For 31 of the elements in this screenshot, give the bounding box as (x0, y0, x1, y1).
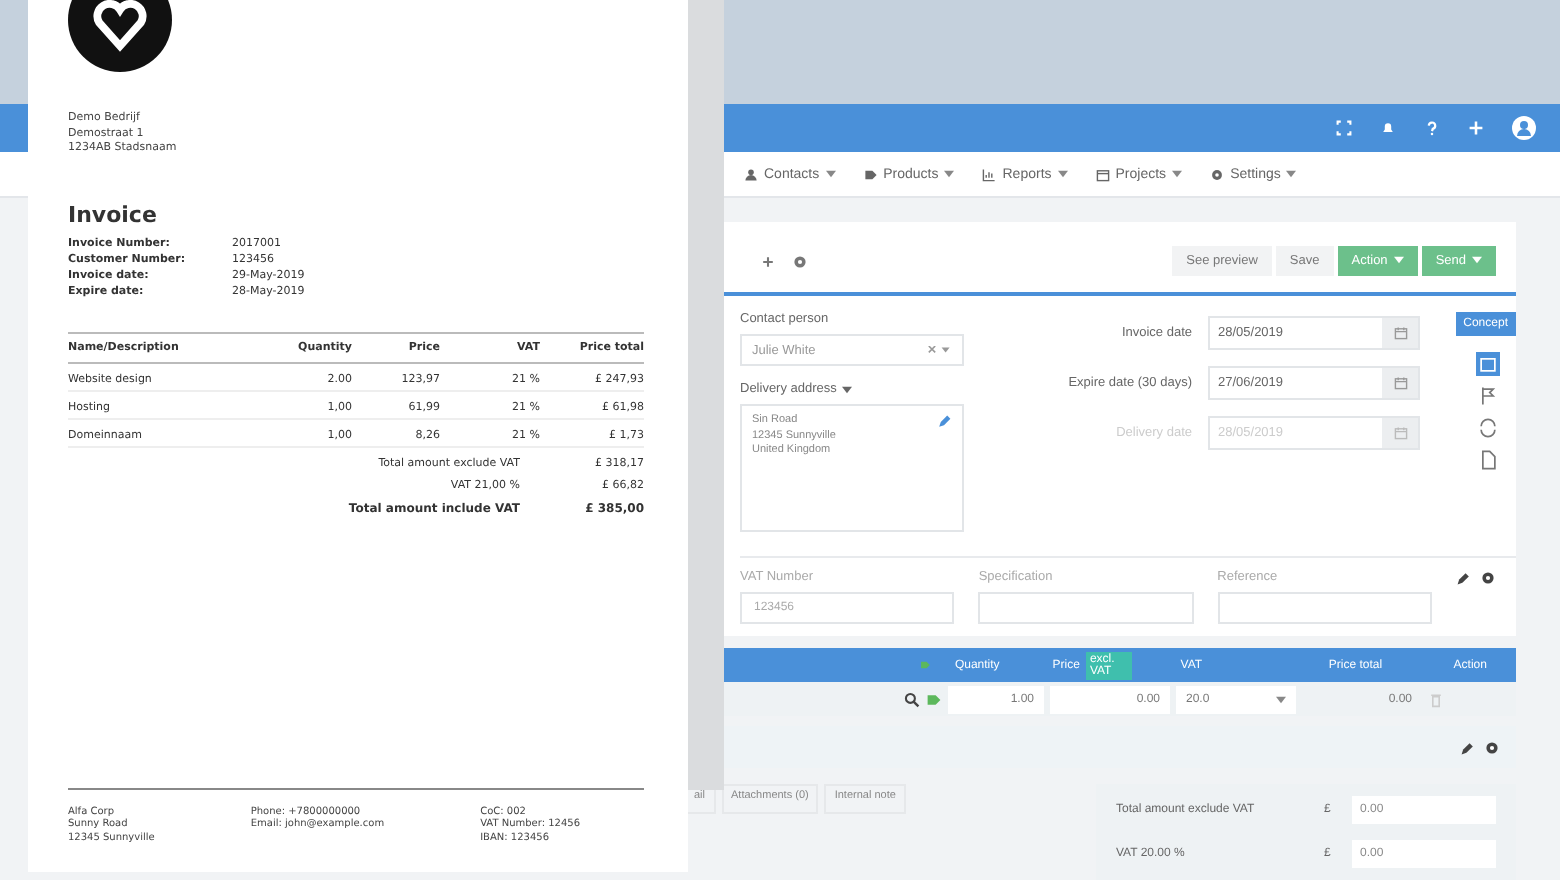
bell-icon[interactable] (1380, 120, 1396, 136)
clear-caret-icon[interactable] (928, 346, 952, 354)
caret-icon[interactable] (825, 170, 836, 178)
settings-icon[interactable] (792, 253, 808, 269)
search-icon[interactable] (904, 691, 920, 707)
input-field[interactable] (1217, 592, 1432, 624)
flag-icon[interactable] (1476, 384, 1500, 408)
person-icon (744, 167, 758, 181)
refresh-icon[interactable] (1476, 416, 1500, 440)
settings-icon (1210, 167, 1225, 181)
document-title: Invoice (68, 201, 159, 227)
caret-icon[interactable] (842, 385, 853, 393)
caret-icon[interactable] (944, 170, 955, 178)
caret-icon[interactable] (1286, 170, 1297, 178)
edit-icon[interactable] (1460, 739, 1476, 755)
settings-icon[interactable] (1484, 739, 1500, 755)
settings-icon[interactable] (1479, 570, 1496, 586)
caret-icon[interactable] (1172, 170, 1183, 178)
caret-icon[interactable] (1057, 170, 1068, 178)
tag-icon[interactable] (926, 691, 942, 707)
help-icon[interactable] (1424, 120, 1440, 136)
edit-icon[interactable] (1455, 570, 1472, 586)
tag-icon (863, 167, 878, 181)
document-icon[interactable] (1476, 448, 1500, 472)
caret-icon[interactable] (1276, 695, 1286, 703)
plus-icon[interactable] (760, 253, 776, 269)
bar-chart-icon (982, 167, 997, 181)
tag-icon (920, 658, 931, 672)
fullscreen-icon[interactable] (1336, 120, 1352, 136)
user-avatar-icon[interactable] (1512, 116, 1536, 140)
input-field[interactable] (978, 592, 1194, 624)
